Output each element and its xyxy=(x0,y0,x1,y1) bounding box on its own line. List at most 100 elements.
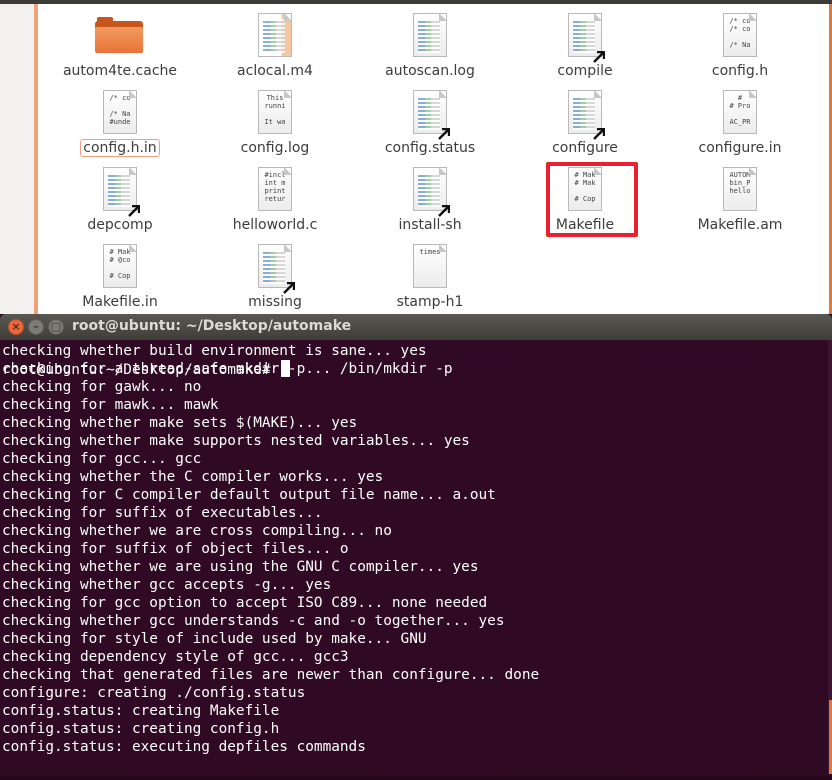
terminal-line: config.status: creating Makefile xyxy=(2,703,280,719)
text-file-icon: This runni It wa xyxy=(258,90,292,134)
file-manager-sidebar-edge xyxy=(0,4,35,314)
file-name-text: configure xyxy=(552,140,618,156)
terminal-output[interactable]: checking whether build environment is sa… xyxy=(2,342,824,755)
script-file-icon xyxy=(413,167,451,217)
text-file-icon: # # Pro AC_PR xyxy=(723,90,757,134)
file-name-label: config.h xyxy=(665,62,815,80)
executable-arrow-icon xyxy=(593,48,606,63)
makefile-highlight-box xyxy=(546,162,638,237)
file-name-text: config.log xyxy=(240,140,310,156)
file-name-text: aclocal.m4 xyxy=(237,63,313,79)
file-name-text: autom4te.cache xyxy=(62,63,178,79)
file-item-config-h-in[interactable]: /* co /* Na #unde config.h.in xyxy=(45,90,195,157)
terminal-line: checking for suffix of object files... o xyxy=(2,541,349,557)
script-file-icon xyxy=(568,13,606,63)
file-item-install-sh[interactable]: install-sh xyxy=(355,167,505,234)
text-file-icon: /* co /* co /* Na xyxy=(723,13,757,57)
file-name-text: config.h xyxy=(711,63,769,79)
file-item-compile[interactable]: compile xyxy=(510,13,660,80)
text-file-icon xyxy=(413,13,447,57)
file-name-text: configure.in xyxy=(698,140,782,156)
file-name-text: config.h.in xyxy=(80,139,160,157)
terminal-line: checking whether we are cross compiling.… xyxy=(2,523,392,539)
file-name-label: autom4te.cache xyxy=(45,62,195,80)
file-name-label: configure.in xyxy=(665,139,815,157)
folder-icon xyxy=(95,13,143,57)
terminal-line: checking for style of include used by ma… xyxy=(2,631,427,647)
terminal-line: checking for gcc option to accept ISO C8… xyxy=(2,595,488,611)
file-name-text: config.status xyxy=(384,140,476,156)
file-name-label: missing xyxy=(200,293,350,311)
file-item-helloworld-c[interactable]: #incl int m print retur helloworld.c xyxy=(200,167,350,234)
file-item-makefile-am[interactable]: AUTOM bin_P hello Makefile.am xyxy=(665,167,815,234)
file-name-text: Makefile.am xyxy=(697,217,783,233)
file-name-label: install-sh xyxy=(355,216,505,234)
file-name-label: Makefile.in xyxy=(45,293,195,311)
script-file-icon xyxy=(568,90,606,140)
text-file-icon xyxy=(258,13,292,57)
terminal-line: checking for gcc... gcc xyxy=(2,451,202,467)
script-file-icon xyxy=(103,167,141,217)
terminal-scrollbar[interactable] xyxy=(828,340,832,780)
terminal-line: checking whether we are using the GNU C … xyxy=(2,559,479,575)
terminal-line: config.status: executing depfiles comman… xyxy=(2,739,366,755)
file-name-label: autoscan.log xyxy=(355,62,505,80)
file-item-missing[interactable]: missing xyxy=(200,244,350,311)
terminal-line: checking for suffix of executables... xyxy=(2,505,323,521)
executable-arrow-icon xyxy=(283,279,296,294)
terminal-line: checking whether gcc understands -c and … xyxy=(2,613,505,629)
terminal-line: checking for gawk... no xyxy=(2,379,202,395)
terminal-line: checking whether make sets $(MAKE)... ye… xyxy=(2,415,358,431)
executable-arrow-icon xyxy=(593,125,606,140)
terminal-line: checking that generated files are newer … xyxy=(2,667,540,683)
terminal-window[interactable]: × – □ root@ubuntu: ~/Desktop/automake ch… xyxy=(0,314,832,780)
script-file-icon xyxy=(413,90,451,140)
text-file-icon: AUTOM bin_P hello xyxy=(723,167,757,211)
file-item-config-status[interactable]: config.status xyxy=(355,90,505,157)
file-item-configure[interactable]: configure xyxy=(510,90,660,157)
file-item-makefile-in[interactable]: # Mak # @co # Cop Makefile.in xyxy=(45,244,195,311)
sidebar-accent-stripe xyxy=(34,4,38,314)
file-name-label: config.h.in xyxy=(45,139,195,157)
text-file-icon: # Mak # @co # Cop xyxy=(103,244,137,288)
text-file-icon: #incl int m print retur xyxy=(258,167,292,211)
script-file-icon xyxy=(258,244,296,294)
file-name-label: configure xyxy=(510,139,660,157)
terminal-line: checking whether the C compiler works...… xyxy=(2,469,384,485)
file-name-label: Makefile.am xyxy=(665,216,815,234)
file-name-text: install-sh xyxy=(398,217,462,233)
terminal-line: configure: creating ./config.status xyxy=(2,685,306,701)
file-name-text: helloworld.c xyxy=(232,217,318,233)
maximize-button[interactable]: □ xyxy=(48,319,64,335)
file-item-stamp-h1[interactable]: times stamp-h1 xyxy=(355,244,505,311)
executable-arrow-icon xyxy=(438,125,451,140)
file-item-configure-in[interactable]: # # Pro AC_PR configure.in xyxy=(665,90,815,157)
terminal-prompt: root@ubuntu:~/Desktop/automake# xyxy=(2,362,271,378)
terminal-line: checking whether build environment is sa… xyxy=(2,343,427,359)
terminal-line: config.status: creating config.h xyxy=(2,721,280,737)
file-manager-view[interactable]: autom4te.cache aclocal.m4 autoscan.log comp… xyxy=(0,4,832,314)
terminal-titlebar[interactable]: × – □ root@ubuntu: ~/Desktop/automake xyxy=(0,314,832,340)
file-name-label: compile xyxy=(510,62,660,80)
text-file-icon: /* co /* Na #unde xyxy=(103,90,137,134)
file-name-label: config.log xyxy=(200,139,350,157)
file-item-config-log[interactable]: This runni It wa config.log xyxy=(200,90,350,157)
file-name-label: config.status xyxy=(355,139,505,157)
text-cursor xyxy=(281,360,291,377)
terminal-line: checking whether make supports nested va… xyxy=(2,433,470,449)
file-name-text: Makefile.in xyxy=(82,294,158,310)
file-name-text: compile xyxy=(557,63,613,79)
file-name-text: missing xyxy=(248,294,302,310)
file-name-text: depcomp xyxy=(87,217,153,233)
terminal-line: checking dependency style of gcc... gcc3 xyxy=(2,649,349,665)
terminal-title: root@ubuntu: ~/Desktop/automake xyxy=(72,318,352,334)
file-item-autom4te-cache[interactable]: autom4te.cache xyxy=(45,13,195,80)
file-name-label: depcomp xyxy=(45,216,195,234)
file-item-config-h[interactable]: /* co /* co /* Na config.h xyxy=(665,13,815,80)
file-name-label: helloworld.c xyxy=(200,216,350,234)
file-item-autoscan-log[interactable]: autoscan.log xyxy=(355,13,505,80)
minimize-button[interactable]: – xyxy=(28,319,44,335)
file-item-depcomp[interactable]: depcomp xyxy=(45,167,195,234)
file-item-aclocal-m4[interactable]: aclocal.m4 xyxy=(200,13,350,80)
close-button[interactable]: × xyxy=(8,319,24,335)
